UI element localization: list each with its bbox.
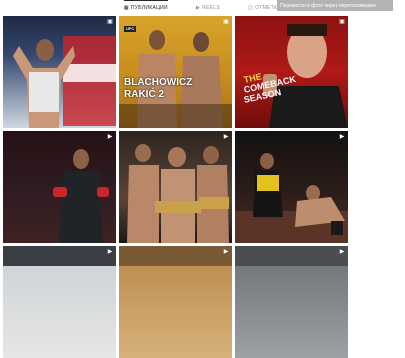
grid-icon: ▦ (123, 4, 129, 11)
tab-reels-label: REELS (202, 5, 220, 11)
reels-icon: ▶ (107, 249, 113, 255)
reels-icon: ▶ (339, 249, 345, 255)
posts-grid: ▣ UFC BLACHOWICZ RAKIĆ 2 ▣ THE COMEBACK … (3, 16, 348, 358)
post-tile[interactable]: THE COMEBACK SEASON ▣ (235, 16, 348, 128)
post-tile[interactable]: UFC BLACHOWICZ RAKIĆ 2 ▣ (119, 16, 232, 128)
post-tile[interactable]: ▶ (235, 246, 348, 358)
post-tile[interactable]: ▶ (3, 131, 116, 243)
tab-reels[interactable]: ▶ REELS (196, 0, 220, 16)
reels-icon: ▶ (223, 134, 229, 140)
poster-subtitle: RAKIĆ 2 (124, 89, 165, 100)
post-tile[interactable]: ▶ (119, 246, 232, 358)
post-image (235, 153, 348, 243)
poster-title: BLACHOWICZ (124, 77, 193, 88)
video-icon: ▣ (107, 19, 113, 25)
tab-posts[interactable]: ▦ ПУБЛИКАЦИИ (123, 0, 169, 16)
post-image (119, 246, 232, 266)
post-image (3, 131, 116, 243)
drag-tooltip: Перемести в фото через перетаскивание (277, 0, 393, 11)
reels-icon: ▶ (339, 134, 345, 140)
video-icon: ▣ (339, 19, 345, 25)
reels-icon: ▶ (195, 4, 201, 11)
post-tile[interactable]: ▶ (119, 131, 232, 243)
tab-posts-label: ПУБЛИКАЦИИ (130, 5, 168, 11)
reels-icon: ▶ (107, 134, 113, 140)
tagged-icon: ◫ (248, 4, 254, 11)
post-image (127, 144, 229, 243)
post-image (3, 246, 116, 266)
poster-logo: UFC (124, 26, 137, 32)
post-image (119, 30, 232, 128)
post-image (13, 36, 116, 128)
reels-icon: ▶ (223, 249, 229, 255)
post-tile[interactable]: ▣ (3, 16, 116, 128)
post-tile[interactable]: ▶ (235, 131, 348, 243)
video-icon: ▣ (223, 19, 229, 25)
post-tile[interactable]: ▶ (3, 246, 116, 358)
post-image (235, 246, 348, 266)
